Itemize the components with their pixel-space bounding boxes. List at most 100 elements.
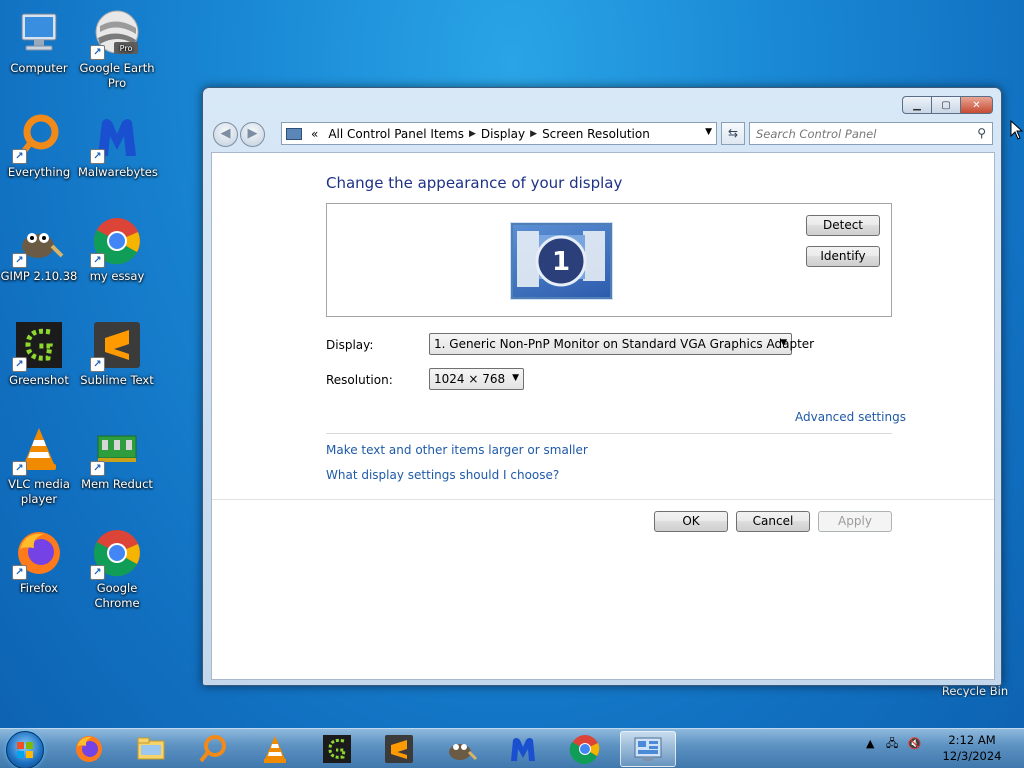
chevron-down-icon: ▼ bbox=[780, 338, 787, 348]
identify-button[interactable]: Identify bbox=[806, 246, 880, 267]
sublime-text-icon bbox=[385, 735, 413, 763]
button-bar-divider bbox=[212, 499, 994, 500]
text-size-link[interactable]: Make text and other items larger or smal… bbox=[326, 443, 588, 457]
desktop-icon-label: Malwarebytes bbox=[78, 165, 158, 179]
control-panel-icon bbox=[634, 737, 662, 761]
desktop-icon-greenshot[interactable]: ↗ Greenshot bbox=[0, 320, 78, 388]
taskbar-chrome[interactable] bbox=[562, 731, 608, 767]
gimp-icon: ↗ bbox=[12, 216, 64, 268]
taskbar-malwarebytes[interactable] bbox=[500, 731, 546, 767]
apply-button[interactable]: Apply bbox=[818, 511, 892, 532]
breadcrumb-separator-icon[interactable]: ▶ bbox=[530, 129, 537, 139]
everything-icon: ↗ bbox=[12, 112, 64, 164]
everything-icon bbox=[199, 735, 226, 763]
ok-button[interactable]: OK bbox=[654, 511, 728, 532]
shortcut-arrow-icon: ↗ bbox=[90, 149, 105, 164]
taskbar-screen-resolution[interactable] bbox=[620, 731, 676, 767]
taskbar-everything[interactable] bbox=[190, 731, 236, 767]
network-icon[interactable]: 🖧 bbox=[886, 737, 898, 750]
greenshot-icon: ↗ bbox=[12, 320, 64, 372]
windows-logo-icon bbox=[17, 742, 33, 758]
address-dropdown-icon[interactable]: ▼ bbox=[705, 127, 712, 137]
desktop-icon-label: GIMP 2.10.38 bbox=[0, 269, 78, 283]
taskbar-explorer[interactable] bbox=[128, 731, 174, 767]
desktop-icon-gimp[interactable]: ↗ GIMP 2.10.38 bbox=[0, 216, 78, 284]
chevron-down-icon: ▼ bbox=[512, 373, 519, 383]
taskbar-vlc[interactable] bbox=[252, 731, 298, 767]
detect-button[interactable]: Detect bbox=[806, 215, 880, 236]
desktop-icon-computer[interactable]: Computer bbox=[0, 8, 78, 76]
monitor-1-preview[interactable]: 1 bbox=[511, 223, 612, 299]
desktop-icon-chrome[interactable]: ↗ Google Chrome bbox=[78, 528, 156, 611]
resolution-select[interactable]: 1024 × 768 ▼ bbox=[429, 368, 524, 390]
shortcut-arrow-icon: ↗ bbox=[90, 565, 105, 580]
breadcrumb-all-control-panel-items[interactable]: All Control Panel Items bbox=[328, 127, 464, 141]
desktop-icon-vlc[interactable]: ↗ VLC media player bbox=[0, 424, 78, 507]
page-title: Change the appearance of your display bbox=[326, 174, 623, 192]
display-select[interactable]: 1. Generic Non-PnP Monitor on Standard V… bbox=[429, 333, 814, 355]
help-link[interactable]: What display settings should I choose? bbox=[326, 468, 559, 482]
resolution-label: Resolution: bbox=[326, 373, 393, 387]
volume-muted-icon[interactable]: 🔇 bbox=[908, 737, 922, 750]
taskbar-firefox[interactable] bbox=[66, 731, 112, 767]
desktop-icon-label: Firefox bbox=[19, 581, 59, 595]
search-icon[interactable]: ⚲ bbox=[977, 126, 986, 140]
breadcrumb-separator-icon[interactable]: ▶ bbox=[469, 129, 476, 139]
desktop-icon-label: Google Earth Pro bbox=[79, 61, 155, 90]
minimize-button[interactable]: ▁ bbox=[902, 96, 931, 114]
advanced-settings-link[interactable]: Advanced settings bbox=[795, 410, 906, 424]
taskbar-greenshot[interactable] bbox=[314, 731, 360, 767]
greenshot-icon bbox=[323, 735, 351, 763]
desktop-icon-label: Greenshot bbox=[9, 373, 69, 387]
breadcrumb-overflow[interactable]: « bbox=[311, 127, 318, 141]
shortcut-arrow-icon: ↗ bbox=[90, 45, 105, 60]
taskbar-sublime[interactable] bbox=[376, 731, 422, 767]
back-button[interactable]: ◀ bbox=[213, 122, 238, 147]
desktop-icon-label: Google Chrome bbox=[94, 581, 140, 610]
shortcut-arrow-icon: ↗ bbox=[12, 253, 27, 268]
show-hidden-icons-icon[interactable]: ▲ bbox=[866, 737, 874, 750]
screen-resolution-window: ▁ ▢ ✕ ◀ ▶ « All Control Panel Items ▶ Di… bbox=[202, 87, 1002, 686]
desktop-icon-label: Mem Reduct bbox=[81, 477, 153, 491]
address-bar[interactable]: « All Control Panel Items ▶ Display ▶ Sc… bbox=[281, 122, 717, 145]
search-input[interactable]: Search Control Panel ⚲ bbox=[749, 122, 993, 145]
display-select-value: 1. Generic Non-PnP Monitor on Standard V… bbox=[434, 337, 815, 351]
malwarebytes-icon bbox=[511, 738, 535, 761]
gimp-icon bbox=[449, 744, 477, 761]
shortcut-arrow-icon: ↗ bbox=[12, 461, 27, 476]
cancel-button[interactable]: Cancel bbox=[736, 511, 810, 532]
monitor-graphic-icon: 1 bbox=[517, 231, 605, 287]
desktop-icon-everything[interactable]: ↗ Everything bbox=[0, 112, 78, 180]
desktop-icon-memreduct[interactable]: ↗ Mem Reduct bbox=[78, 424, 156, 492]
monitor-number: 1 bbox=[552, 247, 570, 277]
divider bbox=[326, 433, 892, 434]
breadcrumb-screen-resolution[interactable]: Screen Resolution bbox=[542, 127, 650, 141]
clock[interactable]: 2:12 AM 12/3/2024 bbox=[932, 732, 1012, 764]
desktop-icon-my-essay[interactable]: ↗ my essay bbox=[78, 216, 156, 284]
desktop-icon-google-earth[interactable]: Pro ↗ Google Earth Pro bbox=[78, 8, 156, 91]
maximize-button[interactable]: ▢ bbox=[931, 96, 960, 114]
desktop-icon-label: Everything bbox=[7, 165, 71, 179]
desktop-icon-sublime[interactable]: ↗ Sublime Text bbox=[78, 320, 156, 388]
taskbar-gimp[interactable] bbox=[438, 731, 484, 767]
resolution-select-value: 1024 × 768 bbox=[434, 372, 506, 386]
clock-time: 2:12 AM bbox=[948, 733, 996, 747]
desktop-icon-label: VLC media player bbox=[8, 477, 70, 506]
display-preview: 1 Detect Identify bbox=[326, 203, 892, 317]
system-tray: ▲ 🖧 🔇 bbox=[866, 735, 921, 754]
computer-icon bbox=[14, 8, 64, 58]
start-button[interactable] bbox=[6, 731, 44, 768]
shortcut-arrow-icon: ↗ bbox=[12, 357, 27, 372]
desktop-icon-label: Sublime Text bbox=[80, 373, 154, 387]
malwarebytes-icon: ↗ bbox=[90, 112, 142, 164]
desktop-icon-firefox[interactable]: ↗ Firefox bbox=[0, 528, 78, 596]
breadcrumb-display[interactable]: Display bbox=[481, 127, 525, 141]
clock-date: 12/3/2024 bbox=[942, 749, 1002, 763]
close-button[interactable]: ✕ bbox=[960, 96, 993, 114]
forward-button[interactable]: ▶ bbox=[240, 122, 265, 147]
sublime-text-icon: ↗ bbox=[90, 320, 142, 372]
control-panel-icon bbox=[286, 127, 302, 140]
refresh-button[interactable]: ⇆ bbox=[721, 122, 745, 145]
desktop-icon-malwarebytes[interactable]: ↗ Malwarebytes bbox=[78, 112, 158, 180]
chrome-icon: ↗ bbox=[90, 216, 142, 268]
